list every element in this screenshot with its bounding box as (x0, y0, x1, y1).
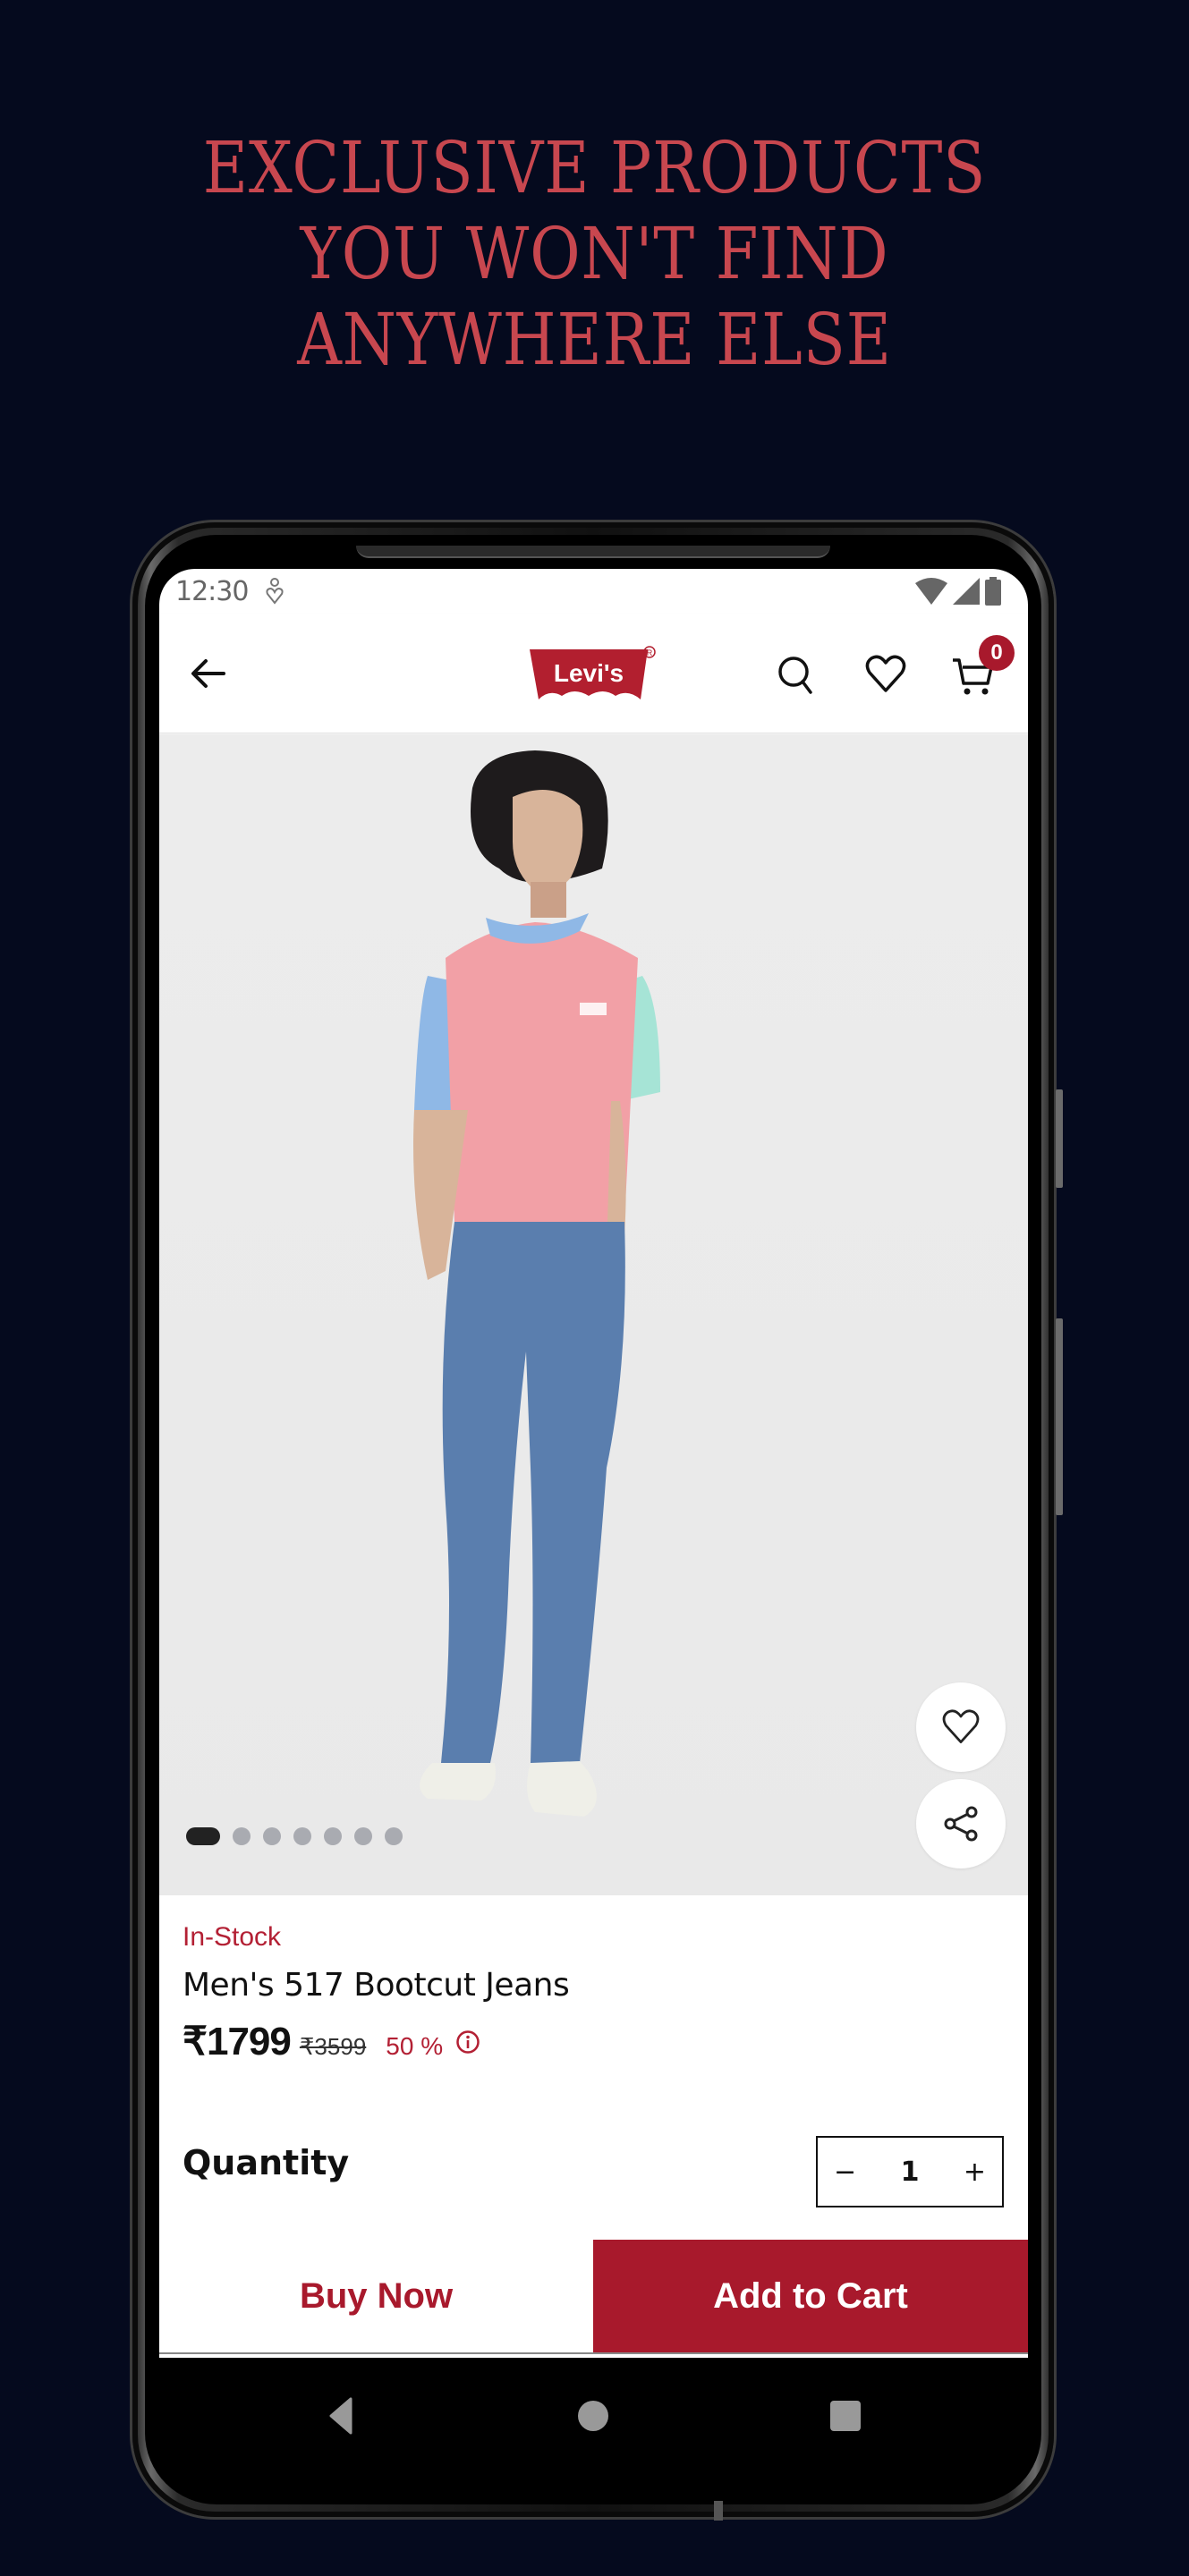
search-icon[interactable] (773, 651, 820, 698)
add-to-wishlist-button[interactable] (916, 1682, 1006, 1772)
product-image (413, 750, 660, 1817)
nav-back-icon[interactable] (320, 2394, 365, 2438)
phone-screen: 12:30 Levi's R 0 In-Stock Men's 517 Boot… (159, 569, 1028, 2358)
logo-text: Levi's (554, 659, 624, 687)
promo-headline: EXCLUSIVE PRODUCTS YOU WON'T FIND ANYWHE… (83, 125, 1106, 383)
sale-price: ₹1799 (183, 2020, 292, 2063)
quantity-stepper: − 1 + (816, 2136, 1004, 2207)
cart-count-badge: 0 (979, 635, 1015, 671)
svg-text:R: R (647, 648, 653, 657)
headline-line-1: EXCLUSIVE PRODUCTS (202, 126, 987, 209)
headline-line-3: ANYWHERE ELSE (297, 298, 892, 381)
usb-port (714, 2501, 723, 2521)
price-row: ₹1799 ₹3599 50 % (183, 2019, 480, 2064)
decrement-button[interactable]: − (834, 2157, 856, 2188)
system-nav-bar (159, 2358, 1028, 2474)
increment-button[interactable]: + (964, 2157, 986, 2188)
share-button[interactable] (916, 1779, 1006, 1868)
nav-recents-icon[interactable] (823, 2394, 868, 2438)
app-bar: Levi's R 0 (159, 614, 1028, 733)
pagination-dot[interactable] (385, 1827, 403, 1845)
info-icon[interactable] (455, 2029, 480, 2055)
purchase-actions: Buy Now Add to Cart (159, 2240, 1028, 2354)
signal-icon (953, 578, 980, 605)
pagination-dot[interactable] (233, 1827, 251, 1845)
earpiece-speaker (356, 546, 830, 558)
wifi-icon (915, 578, 947, 605)
discount-percent: 50 % (386, 2032, 444, 2060)
pagination-dot[interactable] (263, 1827, 281, 1845)
status-bar: 12:30 (159, 569, 1028, 614)
accessibility-icon (266, 578, 284, 605)
buy-now-button[interactable]: Buy Now (159, 2240, 593, 2352)
nav-home-icon[interactable] (571, 2394, 616, 2438)
levis-logo[interactable]: Levi's R (526, 646, 660, 707)
wishlist-heart-icon[interactable] (862, 651, 909, 698)
product-name: Men's 517 Bootcut Jeans (183, 1967, 570, 2004)
headline-line-2: YOU WON'T FIND (300, 212, 889, 295)
add-to-cart-button[interactable]: Add to Cart (593, 2240, 1028, 2352)
heart-icon (942, 1709, 980, 1743)
quantity-value: 1 (900, 2156, 920, 2188)
pagination-dot[interactable] (354, 1827, 372, 1845)
pagination-dot[interactable] (293, 1827, 311, 1845)
share-icon (944, 1806, 978, 1842)
gallery-pagination (186, 1827, 403, 1845)
pagination-dot[interactable] (324, 1827, 342, 1845)
power-button (1056, 1318, 1063, 1515)
volume-button (1056, 1089, 1063, 1188)
battery-icon (985, 577, 1001, 606)
quantity-label: Quantity (183, 2143, 350, 2182)
stock-status: In-Stock (183, 1922, 282, 1952)
status-icons (915, 577, 1001, 606)
status-time: 12:30 (175, 576, 249, 607)
product-image-gallery[interactable] (159, 734, 1028, 1895)
back-arrow-icon[interactable] (186, 651, 231, 696)
pagination-dot-active[interactable] (186, 1827, 220, 1845)
original-price: ₹3599 (299, 2033, 367, 2060)
